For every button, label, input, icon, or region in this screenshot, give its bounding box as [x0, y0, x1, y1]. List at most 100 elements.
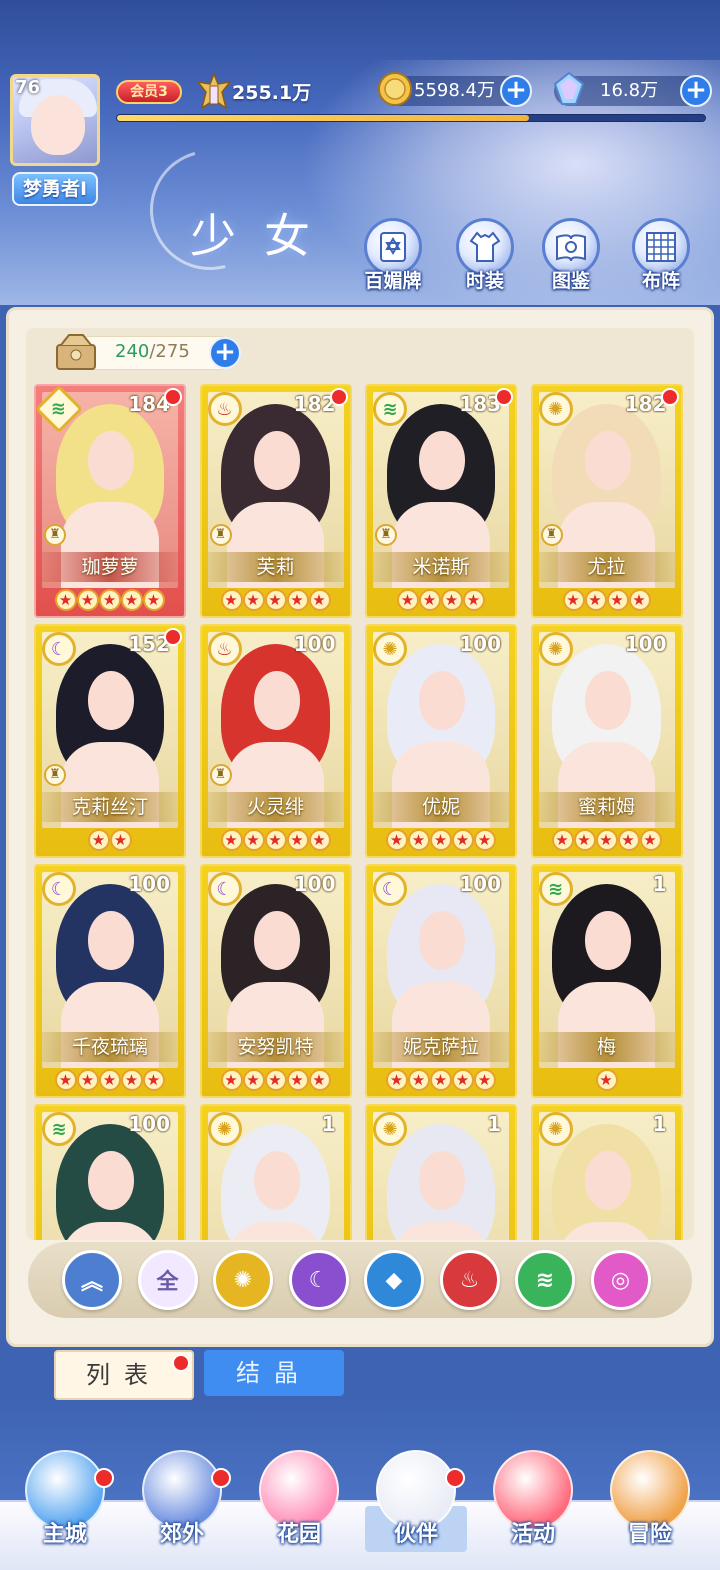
notification-dot — [164, 388, 182, 406]
filter-label: 全 — [156, 1270, 179, 1295]
exp-bar-fill — [117, 115, 529, 121]
girl-card[interactable]: ♨ 100 ♜ 火灵绯 ★ ★ ★ ★ ★ — [199, 624, 352, 858]
girl-name: 火灵绯 — [207, 792, 344, 822]
notification-dot — [164, 628, 182, 646]
star-rating: ★ ★ ★ ★ — [367, 586, 515, 612]
tab-list[interactable]: 列表 — [54, 1350, 194, 1400]
star-icon: ★ — [77, 589, 99, 611]
dark-element-icon: ☾ — [373, 872, 407, 906]
girl-level: 100 — [624, 632, 667, 656]
tab-crystal[interactable]: 结晶 — [204, 1350, 344, 1396]
girl-card[interactable]: ✺ 1 — [199, 1104, 352, 1240]
star-rating: ★ ★ ★ ★ ★ — [533, 826, 681, 852]
girl-card[interactable]: ≋ 183 ♜ 米诺斯 ★ ★ ★ ★ — [365, 384, 517, 618]
girl-card[interactable]: ♨ 182 ♜ 芙莉 ★ ★ ★ ★ ★ — [199, 384, 352, 618]
quick-gallery-label: 图鉴 — [551, 270, 590, 292]
star-icon: ★ — [220, 829, 243, 851]
tab-crystal-label: 结晶 — [236, 1359, 312, 1387]
girl-card[interactable]: ≋ 100 — [34, 1104, 186, 1240]
star-icon: ★ — [110, 829, 132, 851]
add-gem-button[interactable]: + — [680, 75, 712, 107]
nav-portal[interactable]: 郊外 — [127, 1450, 237, 1560]
water-element-icon[interactable]: ◆ — [364, 1250, 424, 1310]
nav-heart-garden[interactable]: 花园 — [244, 1450, 354, 1560]
nav-label: 伙伴 — [393, 1522, 438, 1547]
girl-card[interactable]: ✺ 1 — [530, 1104, 683, 1240]
star-icon: ★ — [264, 589, 287, 611]
girl-card[interactable]: ✺ 100 蜜莉姆 ★ ★ ★ ★ ★ — [530, 624, 683, 858]
wind-element-icon: ≋ — [538, 872, 573, 906]
quick-outfit[interactable]: 时装 — [450, 218, 520, 292]
girl-name: 珈萝萝 — [42, 552, 178, 582]
girl-card[interactable]: ☾ 152 ♜ 克莉丝汀 ★ ★ — [34, 624, 186, 858]
girl-level: 100 — [293, 632, 336, 656]
notification-dot — [329, 388, 348, 406]
quick-formation-label: 布阵 — [641, 270, 680, 292]
wind-element-icon: ≋ — [42, 1112, 76, 1146]
nav-castle[interactable]: 主城 — [10, 1450, 120, 1560]
light-element-icon[interactable]: ✺ — [213, 1250, 273, 1310]
gem-value: 16.8万 — [600, 80, 659, 101]
light-element-icon: ✺ — [207, 1112, 242, 1146]
star-rating: ★ — [533, 1066, 681, 1092]
collapse-icon[interactable]: ︽ — [62, 1250, 122, 1310]
quick-formation[interactable]: 布阵 — [626, 218, 696, 292]
star-icon: ★ — [430, 829, 452, 851]
nav-compass[interactable]: 冒险 — [595, 1450, 705, 1560]
light-element-icon: ✺ — [538, 632, 573, 666]
star-icon: ★ — [441, 589, 463, 611]
girl-level: 100 — [293, 872, 336, 896]
nav-label: 主城 — [42, 1522, 87, 1547]
star-icon: ★ — [386, 829, 408, 851]
girl-card[interactable]: ≋ 1 梅 ★ — [530, 864, 683, 1098]
girl-card[interactable]: ✺ 182 ♜ 尤拉 ★ ★ ★ ★ — [530, 384, 683, 618]
star-icon: ★ — [628, 589, 651, 611]
girl-card[interactable]: ☾ 100 千夜琉璃 ★ ★ ★ ★ ★ — [34, 864, 186, 1098]
star-icon: ★ — [286, 589, 309, 611]
girl-name: 蜜莉姆 — [538, 792, 675, 822]
girl-card[interactable]: ✺ 100 优妮 ★ ★ ★ ★ ★ — [365, 624, 517, 858]
star-icon: ★ — [562, 589, 585, 611]
notification-dot — [660, 388, 679, 406]
girl-name: 优妮 — [373, 792, 509, 822]
formation-piece-icon: ♜ — [540, 524, 563, 546]
star-icon: ★ — [242, 1069, 265, 1091]
add-gold-button[interactable]: + — [500, 75, 532, 107]
star-icon: ★ — [551, 829, 574, 851]
all-icon[interactable]: 全 — [137, 1250, 198, 1310]
girl-card[interactable]: ✺ 1 — [365, 1104, 517, 1240]
star-icon: ★ — [386, 1069, 408, 1091]
tab-list-label: 列表 — [86, 1361, 162, 1389]
fire-element-icon[interactable]: ♨ — [439, 1250, 500, 1310]
dark-element-icon: ☾ — [42, 872, 76, 906]
girl-name: 尤拉 — [538, 552, 675, 582]
vip-badge[interactable]: 会员3 — [116, 80, 182, 104]
star-icon: ★ — [264, 829, 287, 851]
star-icon: ★ — [419, 589, 441, 611]
quick-card[interactable]: 百媚牌 — [358, 218, 428, 292]
girl-name: 米诺斯 — [373, 552, 509, 582]
player-avatar[interactable]: 76 — [10, 74, 100, 166]
girl-name: 芙莉 — [207, 552, 344, 582]
nav-gift[interactable]: 活动 — [478, 1450, 588, 1560]
quick-gallery[interactable]: 图鉴 — [536, 218, 606, 292]
light-element-icon: ✺ — [538, 1112, 573, 1146]
notification-dot — [94, 1468, 114, 1488]
nav-partner[interactable]: 伙伴 — [361, 1450, 471, 1560]
dark-element-icon[interactable]: ☾ — [288, 1250, 349, 1310]
player-name[interactable]: 梦勇者I — [12, 172, 98, 206]
star-rating: ★ ★ ★ ★ ★ — [367, 826, 515, 852]
star-icon: ★ — [308, 1069, 331, 1091]
expand-bag-button[interactable]: + — [209, 337, 241, 369]
girl-card[interactable]: ☾ 100 安努凯特 ★ ★ ★ ★ ★ — [199, 864, 352, 1098]
star-icon: ★ — [474, 1069, 496, 1091]
wind-element-icon[interactable]: ≋ — [515, 1250, 575, 1310]
star-icon: ★ — [99, 1069, 121, 1091]
star-icon: ★ — [617, 829, 640, 851]
girl-card[interactable]: ☾ 100 妮克萨拉 ★ ★ ★ ★ ★ — [365, 864, 517, 1098]
girl-name: 安努凯特 — [207, 1032, 344, 1062]
heart-element-icon[interactable]: ◎ — [590, 1250, 651, 1310]
girl-name: 梅 — [538, 1032, 675, 1062]
star-icon: ★ — [308, 829, 331, 851]
girl-card[interactable]: ≋ 184 ♜ 珈萝萝 ★ ★ ★ ★ ★ — [34, 384, 186, 618]
